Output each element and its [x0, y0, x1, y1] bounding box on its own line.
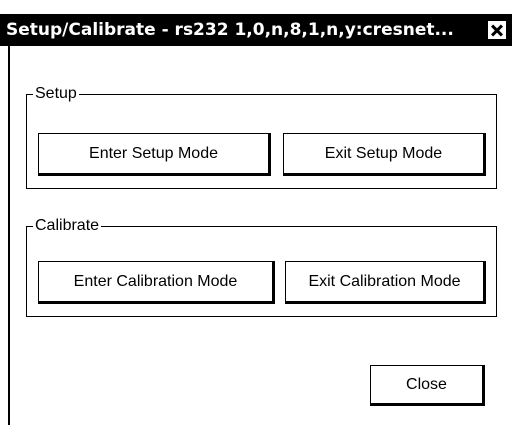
close-icon[interactable]	[487, 20, 507, 40]
calibrate-group-label: Calibrate	[35, 217, 100, 234]
setup-group-label: Setup	[35, 85, 77, 102]
enter-setup-mode-button[interactable]: Enter Setup Mode	[38, 133, 271, 176]
exit-calibration-mode-button[interactable]: Exit Calibration Mode	[285, 261, 486, 304]
title-bar[interactable]: Setup/Calibrate - rs232 1,0,n,8,1,n,y:cr…	[0, 14, 512, 46]
exit-setup-mode-button[interactable]: Exit Setup Mode	[283, 133, 486, 176]
setup-calibrate-window: Setup/Calibrate - rs232 1,0,n,8,1,n,y:cr…	[0, 0, 512, 425]
enter-calibration-mode-button[interactable]: Enter Calibration Mode	[38, 261, 275, 304]
close-button[interactable]: Close	[370, 365, 485, 406]
window-left-border	[8, 46, 10, 425]
window-title: Setup/Calibrate - rs232 1,0,n,8,1,n,y:cr…	[6, 20, 454, 40]
